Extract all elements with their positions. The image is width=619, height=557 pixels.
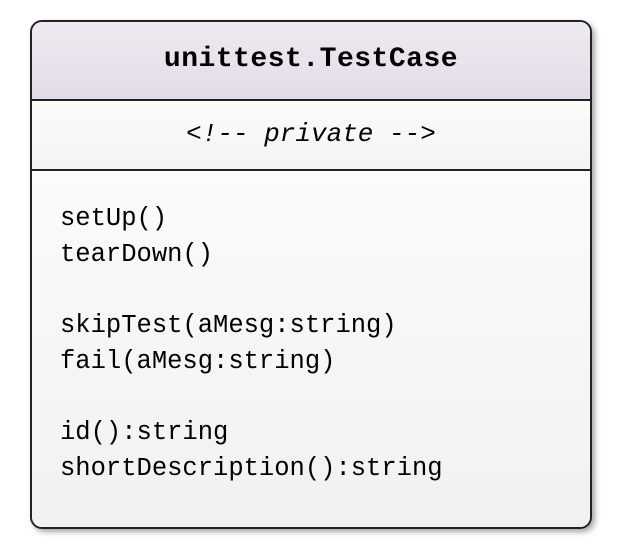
operations-compartment: setUp() tearDown() skipTest(aMesg:string… bbox=[32, 171, 590, 527]
attributes-placeholder: <!-- private --> bbox=[186, 119, 436, 149]
class-name-compartment: unittest.TestCase bbox=[32, 22, 590, 101]
operation-gap bbox=[60, 272, 562, 308]
operation-line: setUp() bbox=[60, 201, 562, 237]
operation-line: tearDown() bbox=[60, 237, 562, 273]
operation-gap bbox=[60, 379, 562, 415]
attributes-compartment: <!-- private --> bbox=[32, 101, 590, 171]
operation-line: fail(aMesg:string) bbox=[60, 344, 562, 380]
uml-class-box: unittest.TestCase <!-- private --> setUp… bbox=[30, 20, 592, 529]
operation-line: id():string bbox=[60, 415, 562, 451]
class-name: unittest.TestCase bbox=[164, 44, 458, 75]
operation-line: skipTest(aMesg:string) bbox=[60, 308, 562, 344]
operation-line: shortDescription():string bbox=[60, 451, 562, 487]
